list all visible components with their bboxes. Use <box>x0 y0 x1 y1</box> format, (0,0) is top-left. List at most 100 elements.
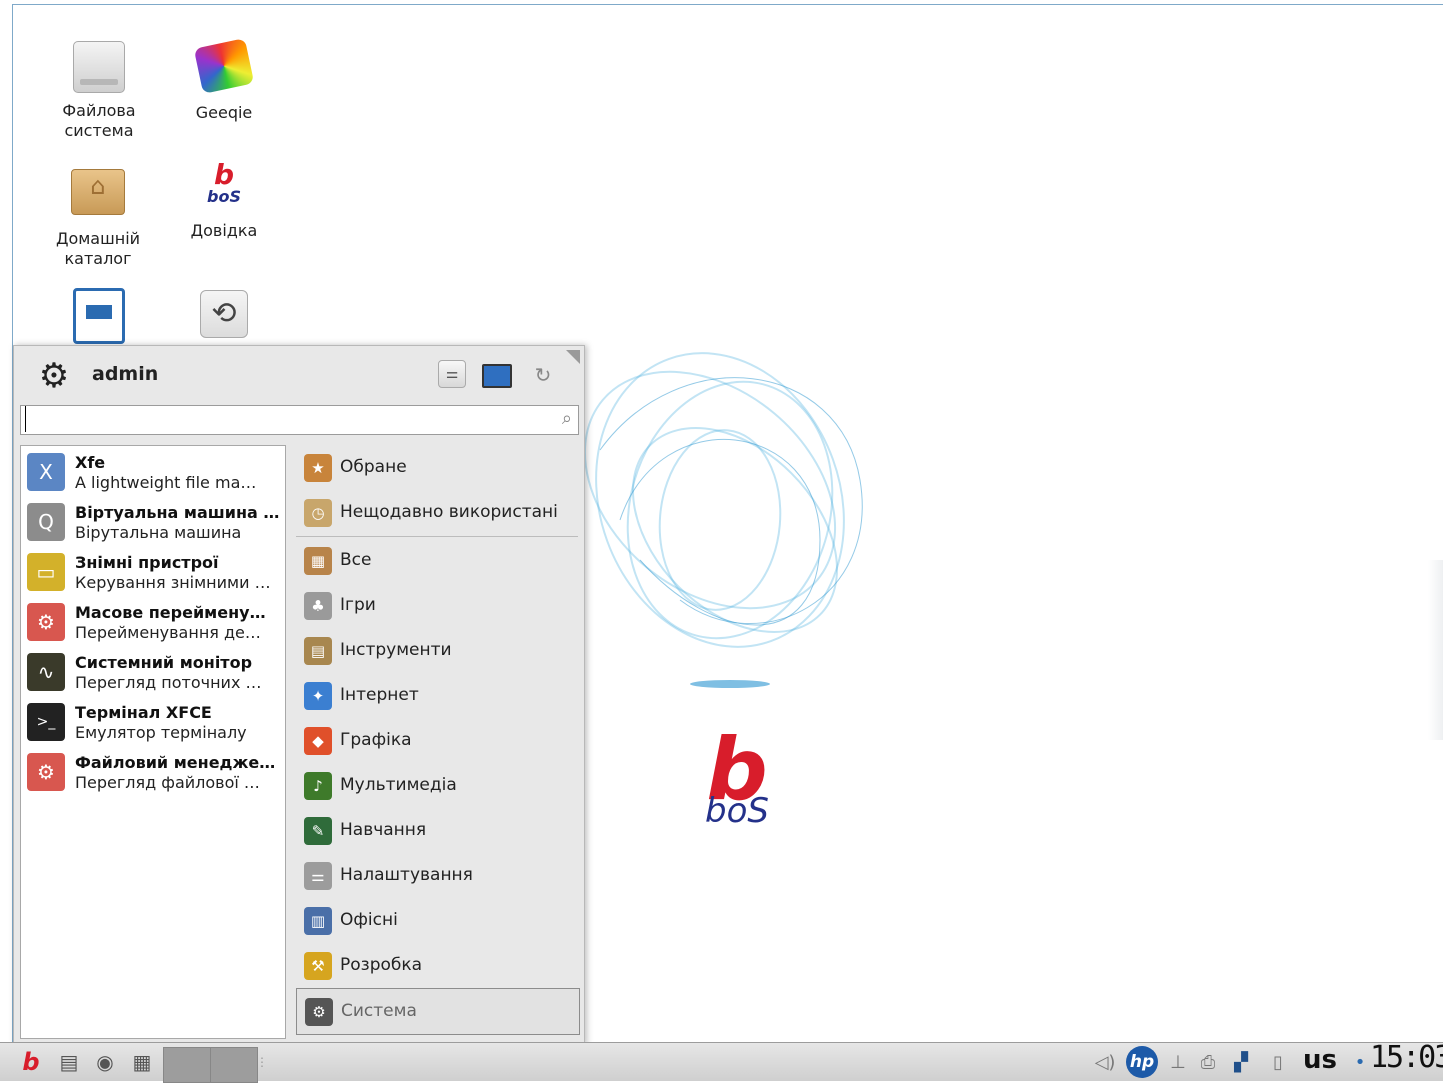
category-label: Розробка <box>340 955 423 975</box>
list-item-subtitle: Вірутальна машина <box>75 523 242 542</box>
qemu-icon: Q <box>27 503 65 541</box>
category-graphics[interactable]: ◆ Графіка <box>296 718 580 763</box>
volume-icon[interactable]: ◁) <box>1092 1049 1118 1077</box>
category-settings[interactable]: ⚌ Налаштування <box>296 853 580 898</box>
office-icon: ▥ <box>304 907 332 935</box>
user-avatar-icon: ⚙ <box>38 356 70 396</box>
logout-button[interactable]: ↻ <box>528 360 558 390</box>
desktop-icon-home[interactable]: Домашній каталог <box>43 161 153 269</box>
list-item[interactable]: X Xfe A lightweight file ma… <box>21 446 285 496</box>
category-recent[interactable]: ◷ Нещодавно використані <box>296 490 580 535</box>
browser-icon: ◉ <box>96 1050 114 1074</box>
category-internet[interactable]: ✦ Інтернет <box>296 673 580 718</box>
launcher-filesystem[interactable]: ▤ <box>54 1047 84 1077</box>
list-item-title: Віртуальна машина … <box>75 503 280 522</box>
list-item-subtitle: Емулятор терміналу <box>75 723 247 742</box>
settings-sliders-icon: ⚌ <box>445 366 459 382</box>
category-label: Мультимедіа <box>340 775 457 795</box>
category-development[interactable]: ⚒ Розробка <box>296 943 580 988</box>
category-label: Система <box>341 1001 417 1021</box>
category-favorites[interactable]: ★ Обране <box>296 445 580 490</box>
clipboard-icon[interactable]: ⎙ <box>1196 1049 1220 1077</box>
taskbar: b ▤ ◉ ▦ ⋮ ◁) hp ⊥ ⎙ ▞ ▯ us • 15:03 <box>0 1042 1443 1083</box>
usb-device-icon[interactable]: ⊥ <box>1166 1049 1190 1077</box>
bulk-rename-icon: ⚙ <box>27 603 65 641</box>
categories-list: ★ Обране ◷ Нещодавно використані ▦ Все ♣… <box>296 445 580 1037</box>
list-item[interactable]: ⚙ Файловий менедже… Перегляд файлової … <box>21 746 285 796</box>
writer-icon <box>73 288 125 344</box>
category-label: Нещодавно використані <box>340 502 558 522</box>
search-box: ⌕ <box>20 405 579 435</box>
list-item-subtitle: A lightweight file ma… <box>75 473 257 492</box>
category-label: Ігри <box>340 595 376 615</box>
category-label: Налаштування <box>340 865 473 885</box>
search-input[interactable] <box>25 406 558 432</box>
search-icon: ⌕ <box>561 408 572 429</box>
geeqie-icon <box>193 38 255 94</box>
desktop-icon-draw[interactable]: ⟲ <box>169 285 279 350</box>
settings-manager-button[interactable]: ⚌ <box>438 360 466 388</box>
logout-icon: ↻ <box>534 363 552 387</box>
category-multimedia[interactable]: ♪ Мультимедіа <box>296 763 580 808</box>
workspace-1[interactable] <box>163 1047 211 1083</box>
draw-icon: ⟲ <box>200 290 248 338</box>
bos-help-icon-text: boS <box>207 187 241 206</box>
start-menu-button[interactable]: b <box>16 1047 46 1077</box>
list-item-subtitle: Перегляд поточних … <box>75 673 262 692</box>
launcher-browser[interactable]: ◉ <box>90 1047 120 1077</box>
category-system[interactable]: ⚙ Система <box>296 988 580 1035</box>
list-item[interactable]: ∿ Системний монітор Перегляд поточних … <box>21 646 285 696</box>
list-item-title: Системний монітор <box>75 653 253 672</box>
tools-icon: ▤ <box>304 637 332 665</box>
bos-help-icon: b boS <box>196 161 252 205</box>
network-icon[interactable]: ▞ <box>1226 1049 1256 1077</box>
menu-header: ⚙ admin ⚌ ↻ <box>14 346 584 404</box>
hard-drive-icon: ▤ <box>59 1050 79 1074</box>
wallpaper-logo: b boS <box>682 727 792 840</box>
list-item[interactable]: >_ Термінал XFCE Емулятор терміналу <box>21 696 285 746</box>
wallpaper-swirl <box>583 352 863 688</box>
application-menu: ⚙ admin ⚌ ↻ ⌕ X Xfe A lightweight file m… <box>13 345 585 1045</box>
desktop-icon-help[interactable]: b boS Довідка <box>169 161 279 241</box>
games-icon: ♣ <box>304 592 332 620</box>
list-item-subtitle: Перегляд файлової … <box>75 773 260 792</box>
category-label: Навчання <box>340 820 427 840</box>
category-education[interactable]: ✎ Навчання <box>296 808 580 853</box>
workspace-2[interactable] <box>210 1047 258 1083</box>
category-office[interactable]: ▥ Офісні <box>296 898 580 943</box>
system-icon: ⚙ <box>305 998 333 1026</box>
category-label: Інструменти <box>340 640 452 660</box>
list-item-subtitle: Перейменування де… <box>75 623 261 642</box>
category-games[interactable]: ♣ Ігри <box>296 583 580 628</box>
category-tools[interactable]: ▤ Інструменти <box>296 628 580 673</box>
clock[interactable]: 15:03 <box>1370 1043 1443 1073</box>
file-manager-icon: ⚙ <box>27 753 65 791</box>
internet-icon: ✦ <box>304 682 332 710</box>
lock-screen-button[interactable] <box>482 360 512 390</box>
xfe-icon: X <box>27 453 65 491</box>
hp-printer-icon[interactable]: hp <box>1126 1046 1158 1078</box>
list-item-subtitle: Керування знімними … <box>75 573 271 592</box>
category-label: Графіка <box>340 730 412 750</box>
system-monitor-icon: ∿ <box>27 653 65 691</box>
category-separator <box>296 536 578 537</box>
desktop-icon-label: Домашній каталог <box>55 229 141 268</box>
list-item[interactable]: Q Віртуальна машина … Вірутальна машина <box>21 496 285 546</box>
home-folder-icon <box>71 169 125 215</box>
recent-icon: ◷ <box>304 499 332 527</box>
desktop-icon-label: Довідка <box>190 221 258 240</box>
list-item[interactable]: ▭ Знімні пристрої Керування знімними … <box>21 546 285 596</box>
launcher-calculator[interactable]: ▦ <box>127 1047 157 1077</box>
lock-icon[interactable]: ▯ <box>1264 1049 1292 1077</box>
list-item-title: Знімні пристрої <box>75 553 219 572</box>
desktop-icon-geeqie[interactable]: Geeqie <box>169 38 279 123</box>
category-all[interactable]: ▦ Все <box>296 538 580 583</box>
hard-drive-icon <box>73 41 125 93</box>
list-item[interactable]: ⚙ Масове перейменy… Перейменування де… <box>21 596 285 646</box>
category-label: Обране <box>340 457 407 477</box>
desktop-icon-filesystem[interactable]: Файлова система <box>44 38 154 141</box>
notification-dot-icon: • <box>1354 1052 1366 1073</box>
desktop-icon-writer[interactable] <box>44 285 154 348</box>
keyboard-layout-indicator[interactable]: us <box>1298 1046 1342 1074</box>
wallpaper-logo-text: boS <box>705 791 769 831</box>
